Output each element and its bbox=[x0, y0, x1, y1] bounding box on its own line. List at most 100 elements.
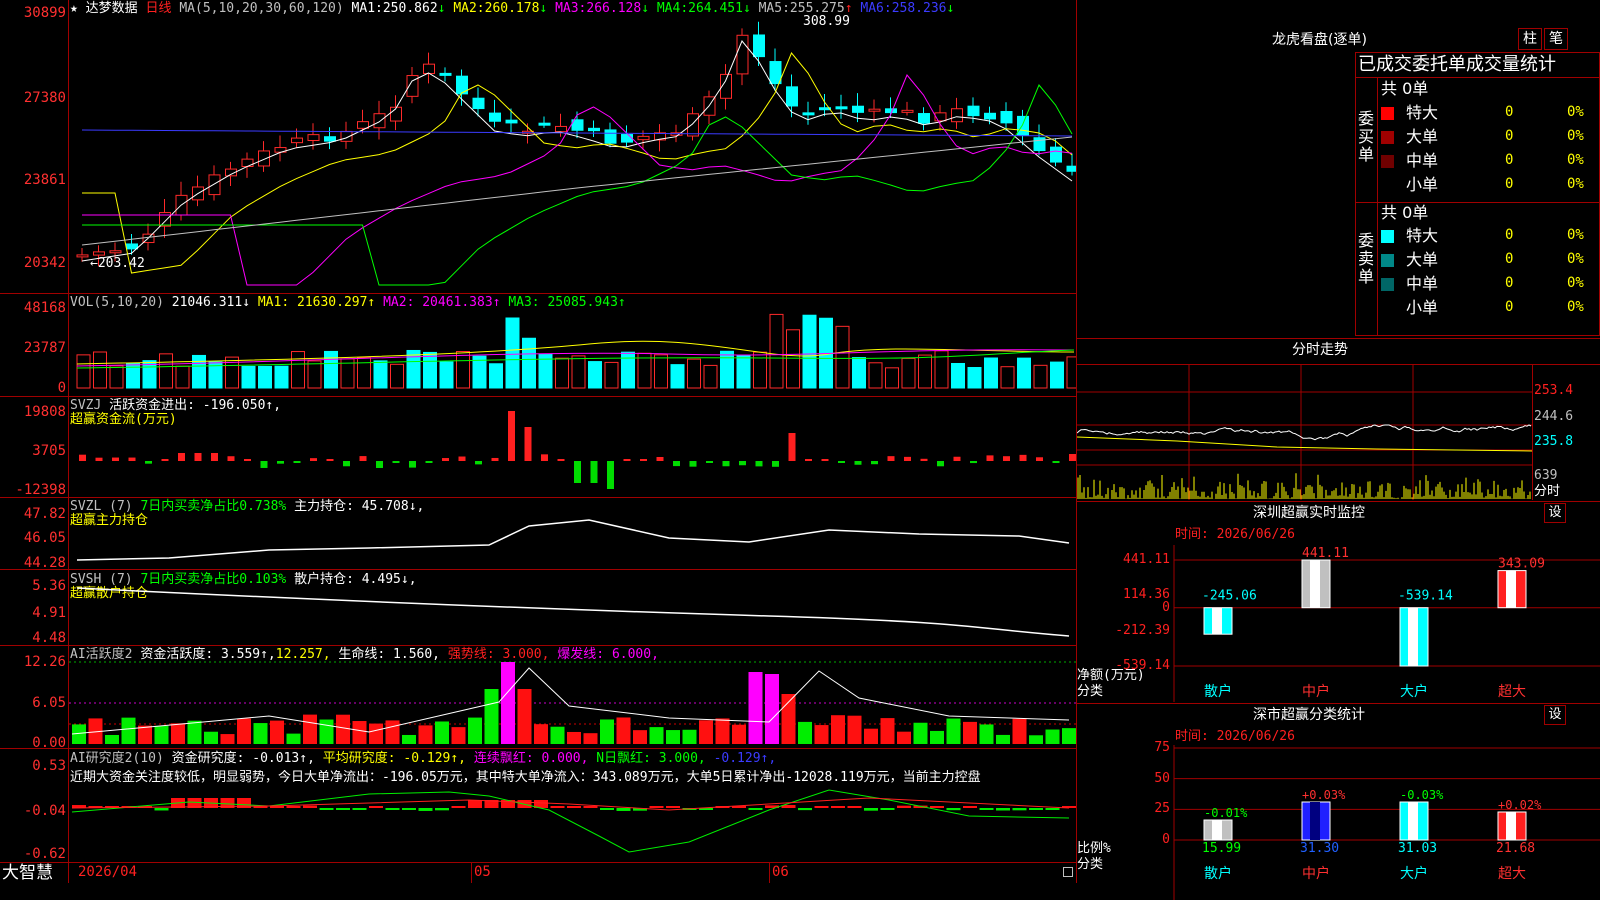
pane-divider bbox=[0, 748, 1077, 749]
candle-body bbox=[786, 86, 798, 107]
order-size-label: 特大 bbox=[1406, 226, 1439, 245]
legend-swatch bbox=[1381, 155, 1394, 168]
ai-research-chart[interactable] bbox=[69, 786, 1076, 862]
lock-icon[interactable] bbox=[1063, 867, 1073, 877]
svzj-axis-label: 3705 bbox=[32, 443, 66, 459]
monitor-value-label: -539.14 bbox=[1398, 589, 1453, 604]
flow-bar bbox=[277, 461, 284, 464]
research-bar bbox=[1045, 808, 1060, 810]
flow-bar bbox=[871, 461, 878, 465]
activity-bar bbox=[1012, 718, 1027, 744]
volume-bar bbox=[802, 314, 817, 389]
stats-change-label: +0.03% bbox=[1302, 788, 1346, 802]
candle-body bbox=[621, 134, 633, 143]
svsh-chart[interactable] bbox=[69, 570, 1076, 645]
volume-chart[interactable] bbox=[69, 294, 1076, 396]
order-percent: 0% bbox=[1567, 177, 1584, 192]
activity-bar bbox=[220, 734, 235, 744]
sz-monitor-chart[interactable]: -245.06 散户 441.11 中户 -539.14 大户 343.09 超大 bbox=[1077, 540, 1600, 702]
volume-bar bbox=[786, 329, 800, 389]
activity-bar bbox=[847, 715, 862, 744]
research-bar bbox=[930, 806, 944, 808]
svzj-axis-label: -12398 bbox=[15, 482, 66, 498]
flow-bar bbox=[293, 461, 301, 463]
sz-monitor-title: 深圳超赢实时监控 bbox=[1253, 505, 1365, 521]
candle-body bbox=[1050, 146, 1062, 163]
tick-mode-button[interactable]: 笔 bbox=[1544, 28, 1568, 50]
research-bar bbox=[286, 806, 301, 808]
activity-bar bbox=[880, 718, 895, 744]
activity-bar bbox=[765, 674, 779, 744]
volume-bar bbox=[505, 317, 520, 389]
candle-body bbox=[472, 97, 485, 110]
activity-bar bbox=[402, 734, 416, 744]
flow-bar bbox=[755, 461, 763, 467]
ai1-axis-label: 12.26 bbox=[23, 654, 66, 670]
research-bar bbox=[748, 808, 763, 810]
svzj-chart[interactable] bbox=[69, 397, 1076, 497]
candlestick-chart[interactable] bbox=[69, 15, 1076, 293]
order-size-label: 大单 bbox=[1406, 127, 1439, 146]
intraday-chart[interactable] bbox=[1077, 365, 1532, 500]
vol-axis-label: 23787 bbox=[23, 340, 66, 356]
volume-bar bbox=[472, 355, 487, 389]
avg-price-line bbox=[1077, 436, 1532, 452]
volume-bar bbox=[1066, 356, 1076, 389]
flow-bar bbox=[904, 456, 911, 461]
svzl-chart[interactable] bbox=[69, 498, 1076, 569]
activity-bar bbox=[649, 727, 664, 744]
research-bar bbox=[418, 808, 433, 811]
activity-bar bbox=[814, 725, 829, 744]
lhb-header: 已成交委托单成交量统计 bbox=[1358, 54, 1556, 75]
volume-bar bbox=[373, 360, 388, 389]
sz-monitor-settings-button[interactable]: 设 bbox=[1544, 503, 1566, 523]
sz-stats-chart[interactable]: -0.01% 15.99 散户 +0.03% 31.30 中户 -0.03% 31.03 大户 +… bbox=[1077, 740, 1600, 900]
flow-bar bbox=[376, 461, 383, 468]
research-bar bbox=[847, 806, 862, 808]
ma-4: MA4:264.451↓ bbox=[656, 1, 751, 16]
candle-body bbox=[951, 108, 963, 123]
candle-body bbox=[802, 112, 815, 116]
chart-area[interactable]: ★ 达梦数据 日线 MA(5,10,20,30,60,120) MA1:250.… bbox=[0, 0, 1077, 883]
price-axis-label: 30899 bbox=[23, 5, 66, 21]
activity-bar bbox=[352, 721, 367, 744]
volume-bar bbox=[489, 363, 503, 389]
flow-bar bbox=[310, 458, 317, 461]
order-percent: 0% bbox=[1567, 105, 1584, 120]
bar-mode-button[interactable]: 柱 bbox=[1518, 28, 1542, 50]
research-bar bbox=[550, 806, 565, 808]
volume-bar bbox=[93, 351, 107, 389]
activity-bar bbox=[369, 723, 383, 744]
activity-bar bbox=[732, 724, 746, 744]
ma-label: MA(5,10,20,30,60,120) bbox=[179, 1, 344, 16]
holding-line bbox=[76, 519, 1070, 561]
flow-bar bbox=[937, 461, 944, 467]
research-bar bbox=[336, 808, 350, 810]
research-bar bbox=[880, 808, 895, 810]
flow-bar bbox=[211, 453, 218, 461]
candle-body bbox=[967, 105, 980, 117]
buy-side-label: 委买单 bbox=[1358, 109, 1375, 164]
candle-body bbox=[93, 251, 105, 256]
date-label-start: 2026/04 bbox=[78, 864, 138, 880]
star-icon[interactable]: ★ bbox=[70, 1, 78, 16]
ai-activity-chart[interactable] bbox=[69, 646, 1076, 748]
research-bar bbox=[468, 800, 482, 808]
candle-body bbox=[538, 122, 551, 126]
sz-stats-settings-button[interactable]: 设 bbox=[1544, 705, 1566, 725]
activity-bar bbox=[451, 727, 466, 744]
volume-bar bbox=[241, 365, 256, 389]
volume-bar bbox=[687, 358, 701, 389]
order-count: 0 bbox=[1505, 176, 1514, 192]
activity-bar bbox=[979, 724, 994, 744]
research-bar bbox=[567, 806, 581, 808]
flow-bar bbox=[1019, 454, 1027, 461]
monitor-value-label: -245.06 bbox=[1202, 589, 1257, 604]
volume-bar bbox=[654, 354, 668, 389]
flow-bar bbox=[854, 461, 862, 465]
period-label[interactable]: 日线 bbox=[146, 1, 172, 16]
activity-bar bbox=[204, 731, 218, 744]
candle-body bbox=[357, 121, 369, 129]
flow-bar bbox=[722, 461, 730, 467]
high-price-label: 308.99 bbox=[803, 14, 850, 29]
